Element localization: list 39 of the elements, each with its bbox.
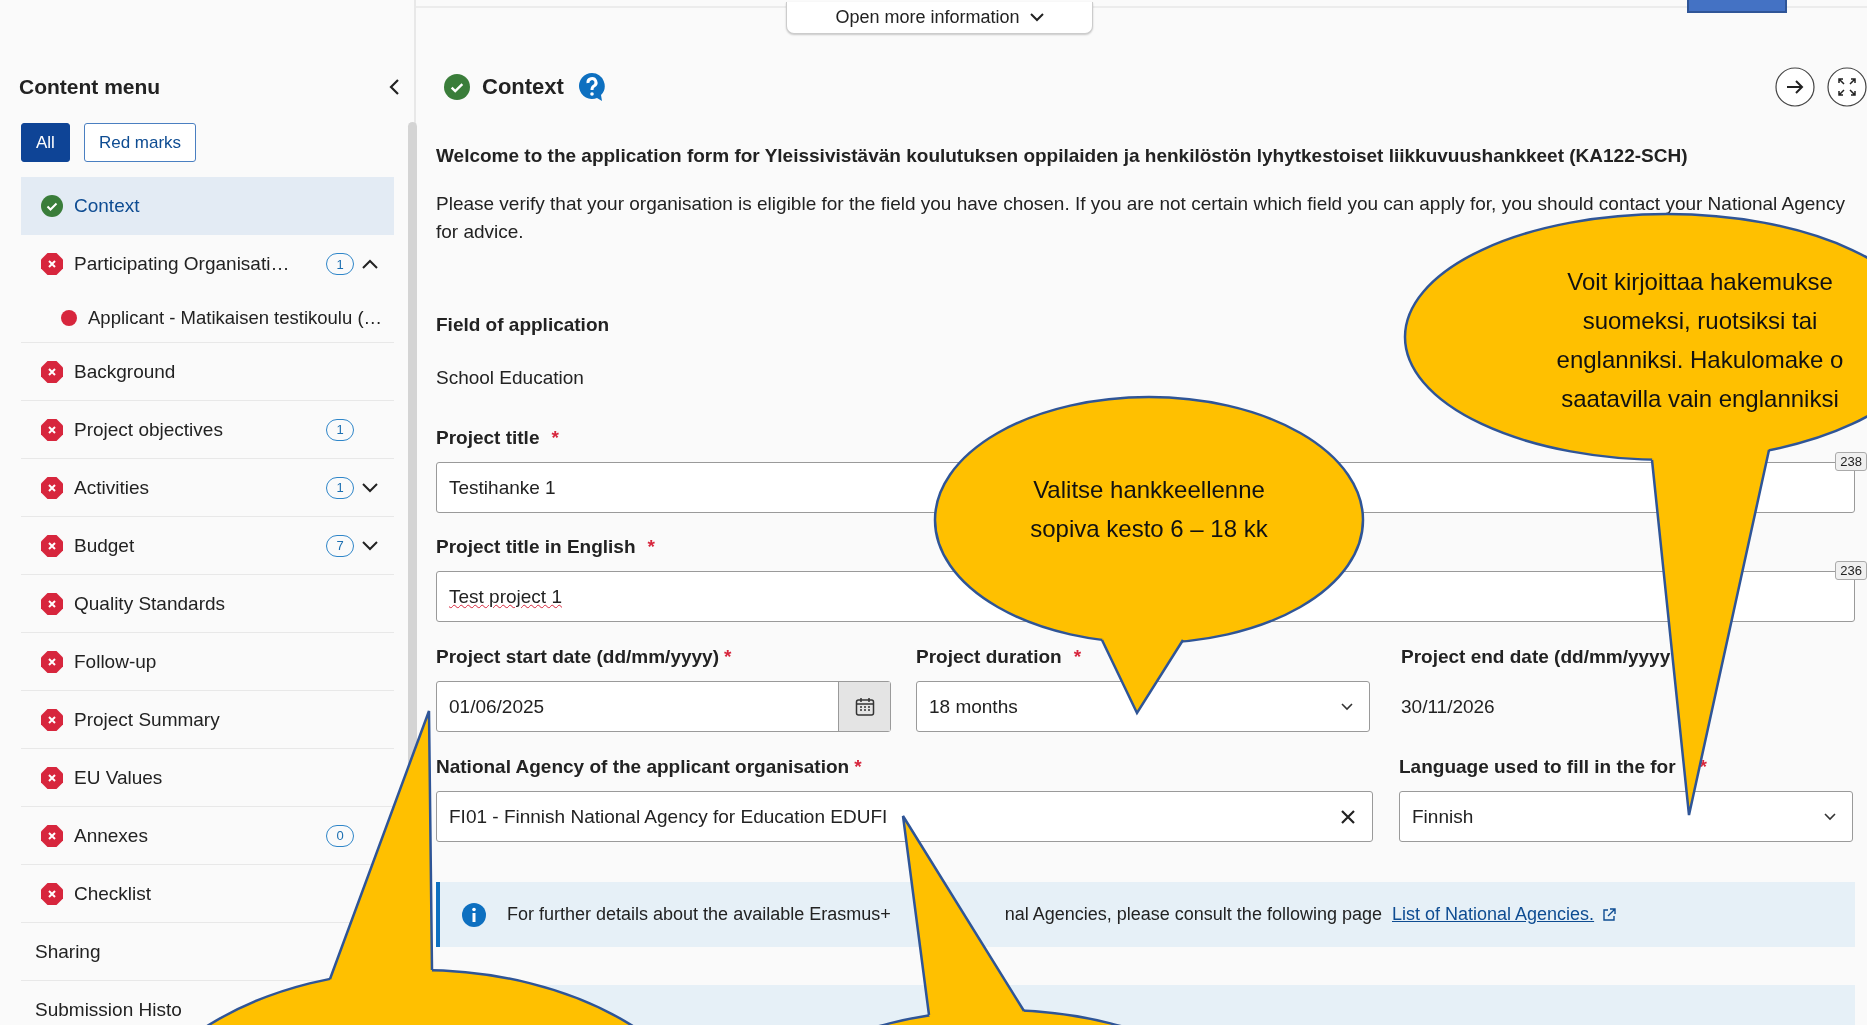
menu-item-label: Context xyxy=(74,195,141,217)
required-mark: * xyxy=(1073,646,1082,667)
field-label: Project end date (dd/mm/yyyy xyxy=(1401,646,1671,667)
menu-item-label: EU Values xyxy=(74,766,164,789)
menu-item-label: Activities xyxy=(74,476,150,499)
character-counter: 236 xyxy=(1835,561,1867,580)
field-label: Project title xyxy=(436,427,540,448)
menu-item-label: Project objectives xyxy=(74,418,224,441)
required-mark: * xyxy=(854,756,862,777)
sidebar-title: Content menu xyxy=(19,75,161,99)
menu-item-label: Participating Organisati… xyxy=(74,253,291,275)
field-label: Project title in English xyxy=(436,536,636,557)
required-mark: * xyxy=(724,646,732,667)
field-label: Project duration xyxy=(916,646,1062,667)
field-value: School Education xyxy=(436,367,584,389)
end-date-value: 30/11/2026 xyxy=(1401,694,1496,719)
info-text: nal Agencies, please consult the following page xyxy=(1004,904,1382,925)
character-counter: 238 xyxy=(1835,452,1867,471)
section-title: Context xyxy=(482,74,564,100)
menu-item-label: Quality Standards xyxy=(74,592,227,615)
field-label: National Agency of the applicant organisation xyxy=(436,756,850,777)
menu-item-label: Sharing xyxy=(35,940,102,963)
menu-item-label: Submission Histo xyxy=(35,998,183,1021)
menu-item-label: Checklist xyxy=(74,882,153,905)
menu-item-label: Project Summary xyxy=(74,708,221,731)
menu-item-label: Applicant - Matikaisen testikoulu (… xyxy=(88,306,384,329)
callout-text: Voit kirjoittaa hakemukse suomeksi, ruotsiksi tai englanniksi. Hakulomake o saatavilla vain englanniksi xyxy=(1555,267,1845,414)
field-label: Language used to fill in the for xyxy=(1399,756,1676,777)
intro-paragraph: Please verify that your organisation is eligible for the field you have chosen. If you are not certain which field you can apply for, you should contact your National Agency for advice. xyxy=(436,192,1846,244)
field-label: Project start date (dd/mm/yyyy) xyxy=(436,646,719,667)
menu-item-label: Background xyxy=(74,360,177,383)
info-text: For further details about the available Erasmus+ xyxy=(507,904,891,925)
welcome-heading: Welcome to the application form for Yleissivistävän koulutuksen oppilaiden ja henkilöstön lyhytkestoiset liikkuvuushankkeet (KA122-SCH) xyxy=(436,145,1689,167)
field-label: Field of application xyxy=(436,314,610,336)
menu-item-label: Budget xyxy=(74,534,136,557)
menu-item-label: Follow-up xyxy=(74,650,158,673)
required-mark: * xyxy=(647,536,655,557)
required-mark: * xyxy=(551,427,559,448)
menu-item-label: Annexes xyxy=(74,824,149,847)
